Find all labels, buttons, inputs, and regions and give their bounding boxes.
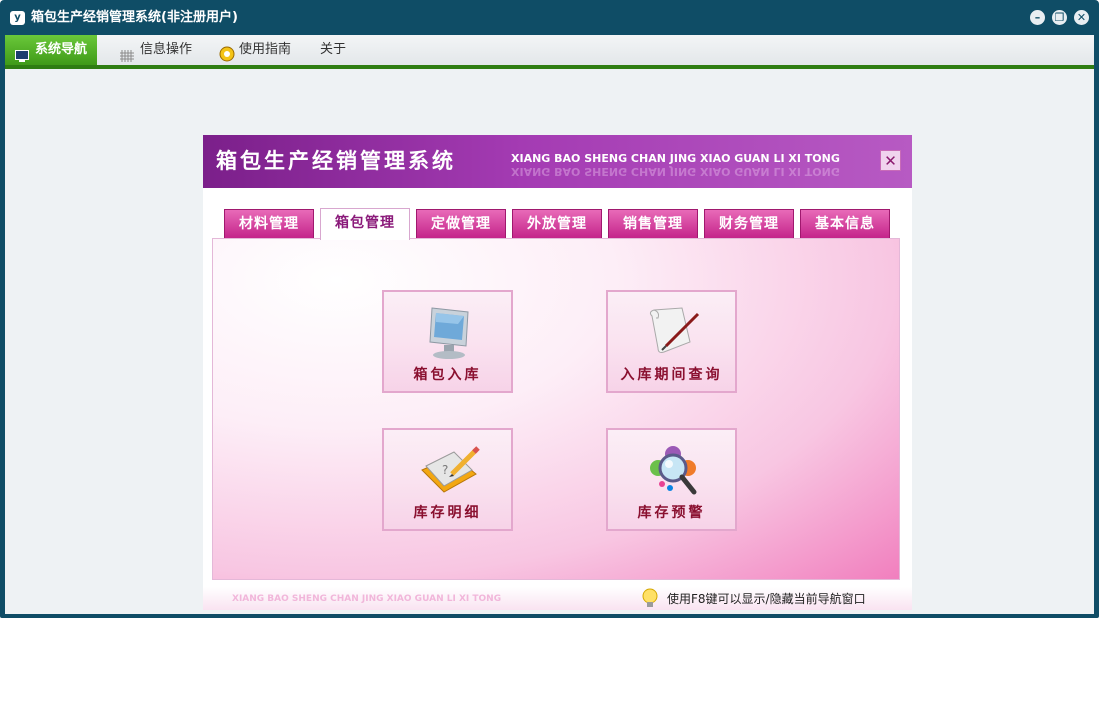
panel-subtitle-reflection: XIANG BAO SHENG CHAN JING XIAO GUAN LI X… (511, 165, 840, 178)
app-logo-icon: y (10, 11, 25, 25)
tab-bag[interactable]: 箱包管理 (320, 208, 410, 240)
menu-label: 使用指南 (239, 42, 292, 57)
button-label: 库存预警 (637, 505, 706, 521)
menu-label: 信息操作 (140, 42, 193, 57)
menu-bar: 系统导航 信息操作 使用指南 关于 (5, 35, 1094, 65)
menu-item-system-nav[interactable]: 系统导航 (5, 35, 98, 65)
svg-text:?: ? (442, 463, 448, 477)
panel-close-button[interactable]: ✕ (880, 150, 901, 171)
stock-detail-button[interactable]: ? 库存明细 (382, 428, 513, 531)
stock-in-period-query-button[interactable]: 入库期间查询 (606, 290, 737, 393)
monitor-icon (418, 302, 480, 362)
minimize-icon[interactable]: – (1030, 10, 1045, 25)
menu-label: 关于 (320, 42, 347, 57)
restore-icon[interactable]: ❐ (1052, 10, 1067, 25)
tab-sales[interactable]: 销售管理 (608, 209, 698, 239)
lightbulb-icon (639, 587, 661, 609)
button-label: 库存明细 (413, 505, 482, 521)
close-icon[interactable]: ✕ (1074, 10, 1089, 25)
menu-item-about[interactable]: 关于 (320, 35, 346, 65)
menu-item-info-ops[interactable]: 信息操作 (120, 35, 192, 65)
guide-icon (219, 44, 235, 62)
menu-item-guide[interactable]: 使用指南 (219, 35, 291, 65)
scroll-quill-icon (642, 302, 704, 362)
tab-strip: 材料管理 箱包管理 定做管理 外放管理 销售管理 财务管理 基本信息 (203, 188, 912, 240)
stock-warning-button[interactable]: 库存预警 (606, 428, 737, 531)
notebook-pencil-icon: ? (418, 440, 480, 500)
tab-finance[interactable]: 财务管理 (704, 209, 794, 239)
monitor-icon (15, 44, 29, 62)
button-label: 箱包入库 (413, 367, 482, 383)
bag-stock-in-button[interactable]: 箱包入库 (382, 290, 513, 393)
footer-subtitle: XIANG BAO SHENG CHAN JING XIAO GUAN LI X… (232, 594, 502, 604)
panel-header: 箱包生产经销管理系统 XIANG BAO SHENG CHAN JING XIA… (203, 135, 912, 188)
panel-title: 箱包生产经销管理系统 (216, 149, 456, 173)
tab-outsource[interactable]: 外放管理 (512, 209, 602, 239)
tab-material[interactable]: 材料管理 (224, 209, 314, 239)
panel-footer: XIANG BAO SHENG CHAN JING XIAO GUAN LI X… (203, 587, 912, 610)
title-bar[interactable]: y 箱包生产经销管理系统(非注册用户) – ❐ ✕ (0, 0, 1099, 35)
nav-panel: 箱包生产经销管理系统 XIANG BAO SHENG CHAN JING XIA… (203, 135, 912, 610)
button-label: 入库期间查询 (620, 367, 723, 383)
menu-label: 系统导航 (35, 42, 88, 57)
tab-custom-order[interactable]: 定做管理 (416, 209, 506, 239)
tab-basic-info[interactable]: 基本信息 (800, 209, 890, 239)
tab-content: 箱包入库 入库期间查询 ? 库存明细 库存预警 (212, 238, 900, 580)
magnifier-icon (642, 440, 704, 500)
footer-hint: 使用F8键可以显示/隐藏当前导航窗口 (667, 592, 866, 606)
grid-icon (120, 44, 134, 62)
window-title: 箱包生产经销管理系统(非注册用户) (31, 10, 238, 25)
